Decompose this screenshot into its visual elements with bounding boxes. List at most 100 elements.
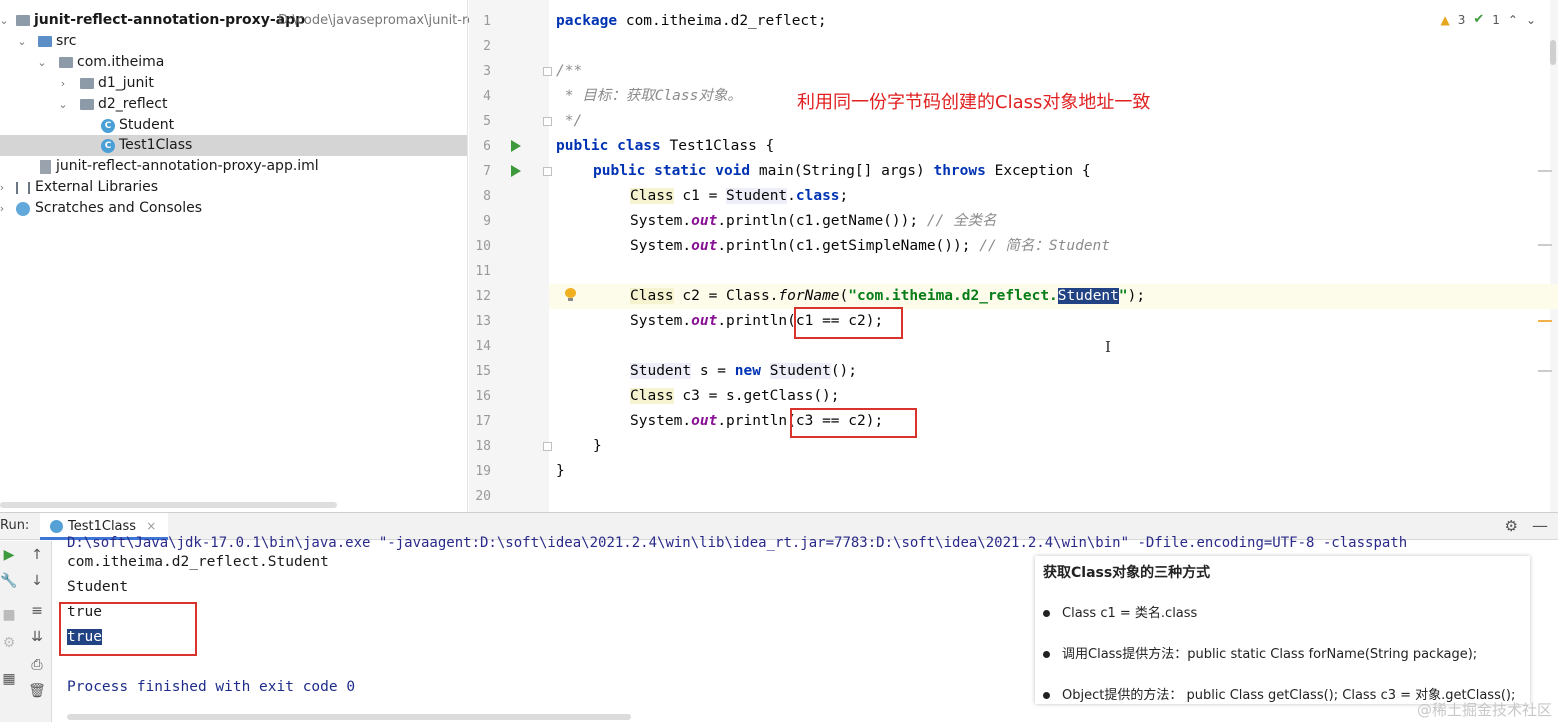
scroll-to-end-icon[interactable]: ⇊	[28, 629, 46, 645]
code-line-19: }	[556, 459, 565, 484]
code-text: main(String[] args)	[750, 163, 934, 179]
run-toolbar: ▶ ↑ 🔧 ↓ ■ ≡ ⚙ ⇊ ⎙ ▦ 🗑	[0, 541, 52, 722]
type-ref: Class	[630, 388, 674, 404]
module-folder-icon	[16, 15, 30, 26]
selected-text: Student	[1057, 288, 1119, 304]
code-line-18: }	[593, 434, 602, 459]
code-text: ();	[830, 363, 858, 379]
run-class-icon[interactable]	[511, 140, 521, 152]
check-count: 1	[1492, 12, 1500, 27]
tree-item-student[interactable]: C Student	[0, 115, 467, 136]
chevron-right-icon[interactable]: ›	[0, 198, 8, 219]
check-icon: ✔	[1473, 12, 1485, 27]
layout-icon[interactable]: ▦	[0, 671, 18, 687]
tree-item-scratches[interactable]: › Scratches and Consoles	[0, 198, 467, 219]
code-line-16: Class c3 = s.getClass();	[630, 384, 840, 409]
code-line-1: package com.itheima.d2_reflect;	[556, 9, 827, 34]
rerun-icon[interactable]: ▶	[0, 547, 18, 563]
code-line-3: /**	[556, 59, 582, 84]
string-literal: "	[1118, 288, 1128, 304]
arrow-down-icon[interactable]: ↓	[28, 573, 46, 589]
wrench-icon[interactable]: 🔧	[0, 573, 18, 589]
stripe-mark	[1538, 244, 1552, 246]
arrow-up-icon[interactable]: ↑	[28, 547, 46, 563]
code-editor[interactable]: 1 2 3 4 5 6 7 8 9 10 11 12 13 14 15 16 1…	[469, 0, 1558, 512]
static-method: forName	[778, 288, 840, 304]
fold-icon[interactable]	[543, 442, 552, 451]
module-path: D:\code\javasepromax\junit-re	[278, 13, 476, 28]
keyword: package	[556, 13, 618, 29]
chevron-right-icon[interactable]: ›	[0, 177, 8, 198]
tree-label: Scratches and Consoles	[35, 200, 202, 216]
card-list-item: Class c1 = 类名.class	[1043, 602, 1197, 621]
tree-item-test1class[interactable]: C Test1Class	[0, 135, 467, 156]
trash-icon[interactable]: 🗑	[28, 683, 46, 699]
tree-item-package[interactable]: ⌄ com.itheima	[0, 52, 467, 73]
fold-icon[interactable]	[543, 117, 552, 126]
tree-item-d1-junit[interactable]: › d1_junit	[0, 73, 467, 94]
code-text: System.	[630, 213, 692, 229]
comment-text: // 全类名	[926, 213, 997, 229]
chevron-right-icon[interactable]: ›	[57, 73, 69, 94]
chevron-up-icon[interactable]: ⌃	[1508, 13, 1518, 27]
stripe-mark	[1538, 170, 1552, 172]
code-line-8: Class c1 = Student.class;	[630, 184, 848, 209]
code-line-7: public static void main(String[] args) t…	[593, 159, 1091, 184]
line-number: 8	[483, 189, 491, 204]
code-text: com.itheima.d2_reflect;	[617, 13, 827, 29]
warning-stripe-mark	[1538, 320, 1552, 322]
bullet-icon	[1043, 692, 1050, 699]
chevron-down-icon[interactable]: ⌄	[36, 52, 48, 73]
source-folder-icon	[38, 36, 52, 47]
class-icon	[50, 520, 63, 533]
fold-icon[interactable]	[543, 67, 552, 76]
type-ref: Student	[769, 363, 831, 379]
package-icon	[80, 99, 94, 110]
stop-icon[interactable]: ■	[0, 607, 18, 623]
class-icon: C	[101, 139, 115, 153]
gear-icon[interactable]: ⚙	[0, 635, 18, 651]
tree-label: External Libraries	[35, 179, 158, 195]
project-tool-window: ⌄ junit-reflect-annotation-proxy-app D:\…	[0, 0, 475, 512]
tree-item-src[interactable]: ⌄ src	[0, 31, 467, 52]
line-number: 15	[475, 364, 491, 379]
keyword: new	[734, 363, 761, 379]
editor-vertical-scrollbar[interactable]	[1550, 40, 1556, 65]
tree-item-d2-reflect[interactable]: ⌄ d2_reflect	[0, 94, 467, 115]
code-text: .	[787, 188, 796, 204]
soft-wrap-icon[interactable]: ≡	[28, 603, 46, 619]
code-text: .println	[717, 313, 788, 329]
gear-icon[interactable]: ⚙	[1505, 517, 1518, 535]
module-name: junit-reflect-annotation-proxy-app	[34, 12, 306, 28]
chevron-down-icon[interactable]: ⌄	[1526, 13, 1536, 27]
tree-label: junit-reflect-annotation-proxy-app.iml	[56, 158, 319, 174]
code-text: Test1Class {	[660, 138, 775, 154]
line-number: 13	[475, 314, 491, 329]
chevron-down-icon[interactable]: ⌄	[16, 31, 28, 52]
type-ref: Class	[630, 188, 674, 204]
chevron-down-icon[interactable]: ⌄	[0, 10, 10, 31]
minimize-icon[interactable]: —	[1532, 516, 1548, 535]
code-line-12: Class c2 = Class.forName("com.itheima.d2…	[630, 284, 1145, 309]
project-horizontal-scrollbar[interactable]	[0, 502, 337, 508]
line-number: 16	[475, 389, 491, 404]
line-number: 7	[483, 164, 491, 179]
inspection-widget[interactable]: ▲ 3 ✔ 1 ⌃ ⌄	[1440, 12, 1536, 27]
chevron-down-icon[interactable]: ⌄	[57, 94, 69, 115]
tree-item-iml[interactable]: junit-reflect-annotation-proxy-app.iml	[0, 156, 467, 177]
console-horizontal-scrollbar[interactable]	[67, 714, 631, 720]
line-number: 10	[475, 239, 491, 254]
run-main-icon[interactable]	[511, 165, 521, 177]
tree-root-module[interactable]: ⌄ junit-reflect-annotation-proxy-app D:\…	[0, 10, 475, 31]
lightbulb-icon[interactable]	[565, 288, 576, 302]
code-text: System.	[630, 413, 692, 429]
code-text: .println(c1.getSimpleName());	[717, 238, 980, 254]
print-icon[interactable]: ⎙	[28, 657, 46, 673]
fold-icon[interactable]	[543, 167, 552, 176]
tree-item-external-libraries[interactable]: › External Libraries	[0, 177, 467, 198]
code-line-6: public class Test1Class {	[556, 134, 774, 159]
line-number: 12	[475, 289, 491, 304]
comment-text: */	[556, 113, 583, 129]
tree-label: src	[56, 33, 77, 49]
code-line-15: Student s = new Student();	[630, 359, 857, 384]
